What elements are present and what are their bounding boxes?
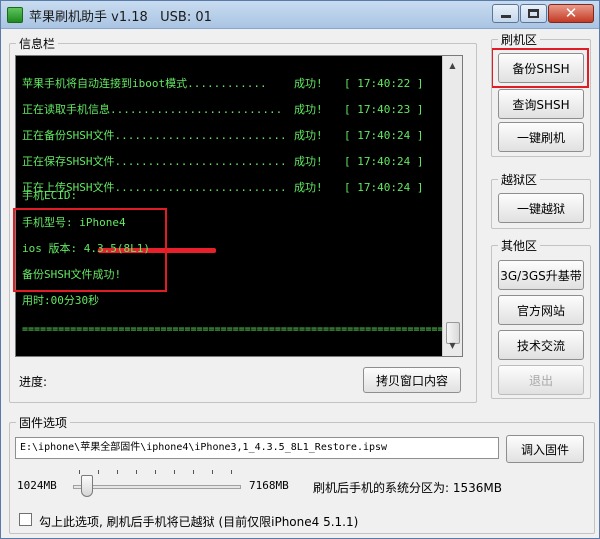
slider-tick — [79, 470, 80, 474]
backup-shsh-button[interactable]: 备份SHSH — [498, 53, 584, 83]
console-scrollbar[interactable]: ▲ ▼ — [442, 56, 462, 356]
log-line: 正在读取手机信息.......................... 成功![ 1… — [22, 103, 424, 116]
scroll-down-icon[interactable]: ▼ — [445, 338, 460, 354]
maximize-button[interactable] — [520, 4, 547, 23]
slider-tick — [212, 470, 213, 474]
main-window: 苹果刷机助手 v1.18 USB: 01 ✕ 信息栏 苹果手机将自动连接到ibo… — [0, 0, 600, 539]
slider-max-label: 7168MB — [249, 479, 289, 492]
window-title: 苹果刷机助手 v1.18 USB: 01 — [29, 10, 212, 25]
slider-tick — [174, 470, 175, 474]
log-line: 正在保存SHSH文件.......................... 成功![… — [22, 155, 424, 168]
slider-tick — [136, 470, 137, 474]
jailbreak-area-label: 越狱区 — [498, 171, 541, 188]
partition-size-text: 刷机后手机的系统分区为: 1536MB — [313, 481, 502, 495]
slider-tick — [193, 470, 194, 474]
slider-tick — [98, 470, 99, 474]
title-bar[interactable]: 苹果刷机助手 v1.18 USB: 01 ✕ — [1, 1, 599, 29]
slider-tick — [155, 470, 156, 474]
slider-tick — [231, 470, 232, 474]
jailbreak-option-checkbox[interactable] — [19, 513, 32, 526]
one-click-jailbreak-button[interactable]: 一键越狱 — [498, 193, 584, 223]
scroll-up-icon[interactable]: ▲ — [445, 58, 460, 74]
partition-size-slider-thumb[interactable] — [81, 475, 93, 497]
close-button[interactable]: ✕ — [548, 4, 594, 23]
log-console[interactable]: 苹果手机将自动连接到iboot模式............ 成功![ 17:40:… — [15, 55, 463, 357]
close-icon: ✕ — [564, 4, 578, 22]
slider-min-label: 1024MB — [17, 479, 57, 492]
log-line: 正在上传SHSH文件.......................... 成功![… — [22, 181, 424, 194]
maximize-icon — [528, 9, 539, 18]
partition-size-slider[interactable] — [73, 485, 241, 489]
elapsed-line: 用时:00分30秒 — [22, 294, 100, 307]
exit-button[interactable]: 退出 — [498, 365, 584, 395]
slider-tick — [117, 470, 118, 474]
official-site-button[interactable]: 官方网站 — [498, 295, 584, 325]
query-shsh-button[interactable]: 查询SHSH — [498, 89, 584, 119]
app-icon — [7, 7, 23, 23]
progress-label: 进度: — [19, 375, 48, 389]
firmware-path-field[interactable]: E:\iphone\苹果全部固件\iphone4\iPhone3,1_4.3.5… — [15, 437, 499, 459]
firmware-options-label: 固件选项 — [16, 414, 71, 431]
flash-area-label: 刷机区 — [498, 31, 541, 48]
other-area-label: 其他区 — [498, 237, 541, 254]
import-firmware-button[interactable]: 调入固件 — [506, 435, 584, 463]
jailbreak-option-label[interactable]: 勾上此选项, 刷机后手机将已越狱 (目前仅限iPhone4 5.1.1) — [39, 513, 358, 530]
device-info-highlight — [13, 208, 167, 292]
copy-window-button[interactable]: 拷贝窗口内容 — [363, 367, 461, 393]
minimize-button[interactable] — [492, 4, 519, 23]
ecid-line: 手机ECID: — [22, 189, 78, 202]
log-line: 正在备份SHSH文件.......................... 成功![… — [22, 129, 424, 142]
minimize-icon — [500, 15, 511, 18]
upgrade-baseband-button[interactable]: 3G/3GS升基带 — [498, 260, 584, 290]
log-line: 苹果手机将自动连接到iboot模式............ 成功![ 17:40:… — [22, 77, 424, 90]
separator-line: ========================================… — [22, 324, 442, 335]
tech-exchange-button[interactable]: 技术交流 — [498, 330, 584, 360]
one-click-flash-button[interactable]: 一键刷机 — [498, 122, 584, 152]
info-panel-label: 信息栏 — [16, 35, 59, 52]
